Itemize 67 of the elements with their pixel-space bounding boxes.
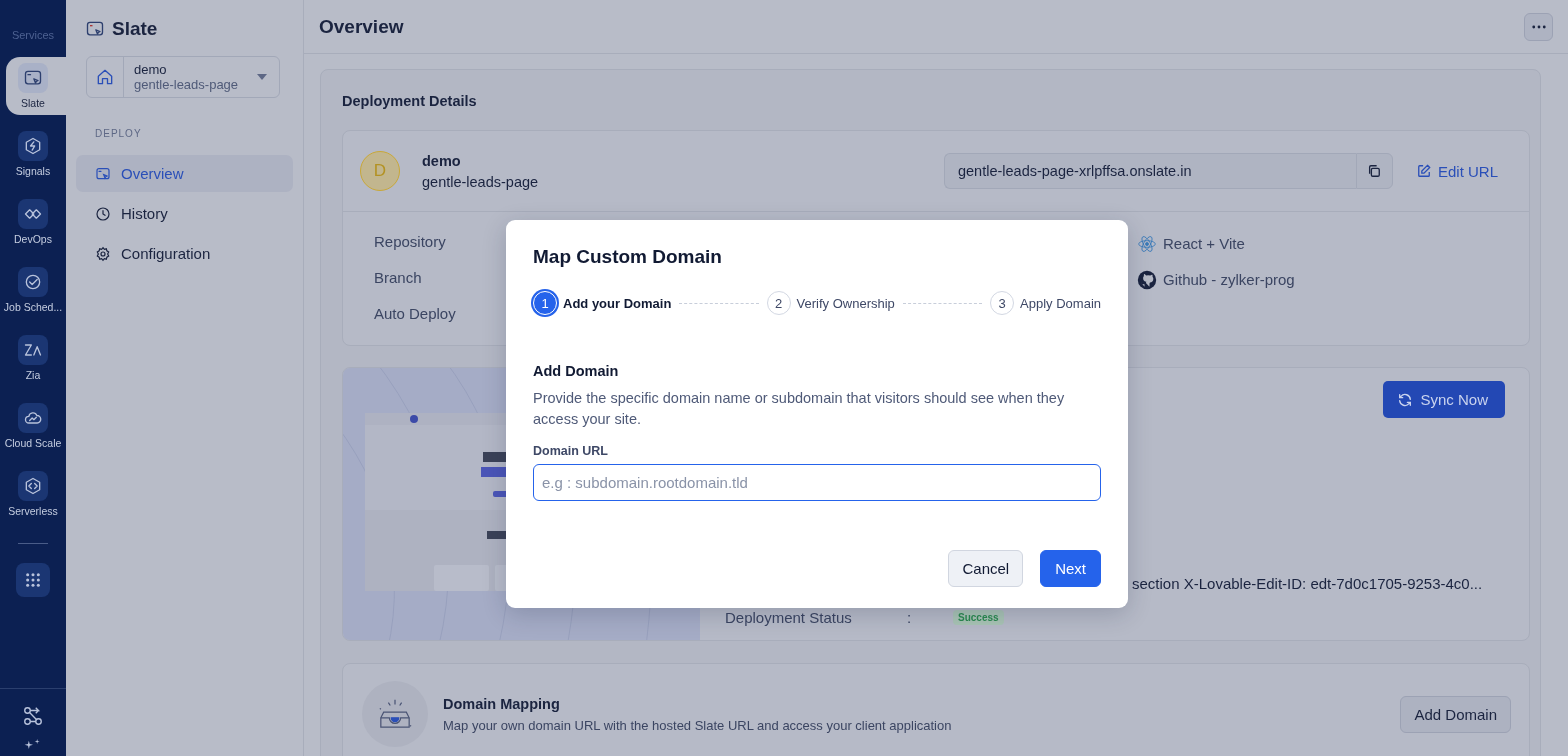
rail-item[interactable]: Cloud Scale <box>6 399 68 453</box>
section-label: DEPLOY <box>95 128 143 139</box>
rail-item[interactable]: Zia <box>6 331 68 385</box>
more-icon <box>1531 24 1546 29</box>
field-label: Domain URL <box>533 444 609 458</box>
page-title: Overview <box>319 15 404 38</box>
apps-grid-icon <box>25 572 41 588</box>
add-domain-button[interactable]: Add Domain <box>1400 695 1511 733</box>
project-selector[interactable]: demo gentle-leads-page <box>86 56 280 98</box>
field-label: Auto Deploy <box>374 305 456 324</box>
cancel-button[interactable]: Cancel <box>948 550 1024 587</box>
description: Provide the specific domain name or subdomain that visitors should see when they access your site. <box>533 389 1066 429</box>
refresh-icon <box>1397 391 1414 408</box>
domain-mapping-description: Map your own domain URL with the hosted Slate URL and access your client application <box>443 717 953 733</box>
browser-icon <box>23 68 43 88</box>
project-name: demo <box>134 62 168 77</box>
project-slug: gentle-leads-page <box>134 77 240 92</box>
nav-item[interactable]: History <box>76 195 293 232</box>
github-icon <box>1137 269 1157 290</box>
step: 2 Verify Ownership <box>766 291 895 315</box>
commit-message: section X-Lovable-Edit-ID: edt-7d0c1705-9253-4c0... <box>1132 575 1484 592</box>
copy-icon <box>1367 164 1382 178</box>
step: 1 Add your Domain <box>533 291 672 315</box>
section-title: Add Domain <box>533 363 620 379</box>
sparkle-icon[interactable] <box>23 739 43 749</box>
section-title: Deployment Details <box>342 93 478 109</box>
browser-icon <box>95 165 111 182</box>
workflow-icon[interactable] <box>22 705 44 727</box>
rail-item[interactable]: Signals <box>6 127 68 181</box>
copy-button[interactable] <box>1355 153 1393 189</box>
dropdown-caret-icon <box>257 74 267 80</box>
nav-item[interactable]: Configuration <box>76 235 293 272</box>
app-avatar: D <box>360 151 400 191</box>
app-slug: gentle-leads-page <box>422 173 540 190</box>
slate-icon <box>85 19 105 39</box>
app-name: demo <box>422 152 462 169</box>
app-title: Slate <box>112 18 158 40</box>
edit-icon <box>1416 164 1431 178</box>
edit-url-link[interactable]: Edit URL <box>1416 162 1498 180</box>
next-button[interactable]: Next <box>1040 550 1101 587</box>
field-label: Repository <box>374 233 446 252</box>
settings-icon <box>95 245 111 262</box>
sync-now-button[interactable]: Sync Now <box>1383 381 1505 418</box>
field-label: Deployment Status <box>725 609 853 626</box>
status-badge: Success <box>953 610 1004 625</box>
rail-item[interactable]: Job Sched... <box>6 263 68 317</box>
rail-item[interactable]: Slate <box>6 57 68 115</box>
check-circle-icon <box>23 272 43 292</box>
react-icon <box>1137 233 1157 254</box>
url-field[interactable]: gentle-leads-page-xrlpffsa.onslate.in <box>943 153 1356 189</box>
clock-icon <box>95 205 111 222</box>
step: 3 Apply Domain <box>990 291 1101 315</box>
rail-item[interactable]: DevOps <box>6 195 68 249</box>
apps-button[interactable] <box>16 563 50 597</box>
home-icon <box>95 67 115 87</box>
services-label: Services <box>11 29 55 41</box>
field-label: Branch <box>374 269 422 288</box>
hexagon-bolt-icon <box>23 136 43 156</box>
domain-url-field[interactable]: e.g : subdomain.rootdomain.tld <box>533 464 1101 501</box>
rail-item[interactable]: Serverless <box>6 467 68 521</box>
domain-mapping-title: Domain Mapping <box>443 695 561 712</box>
code-icon <box>23 476 43 496</box>
more-button[interactable] <box>1524 12 1553 41</box>
field-value: Github - zylker-prog <box>1163 271 1295 288</box>
field-value: React + Vite <box>1163 235 1245 252</box>
dialog-title: Map Custom Domain <box>533 246 723 268</box>
colon: : <box>907 609 913 626</box>
